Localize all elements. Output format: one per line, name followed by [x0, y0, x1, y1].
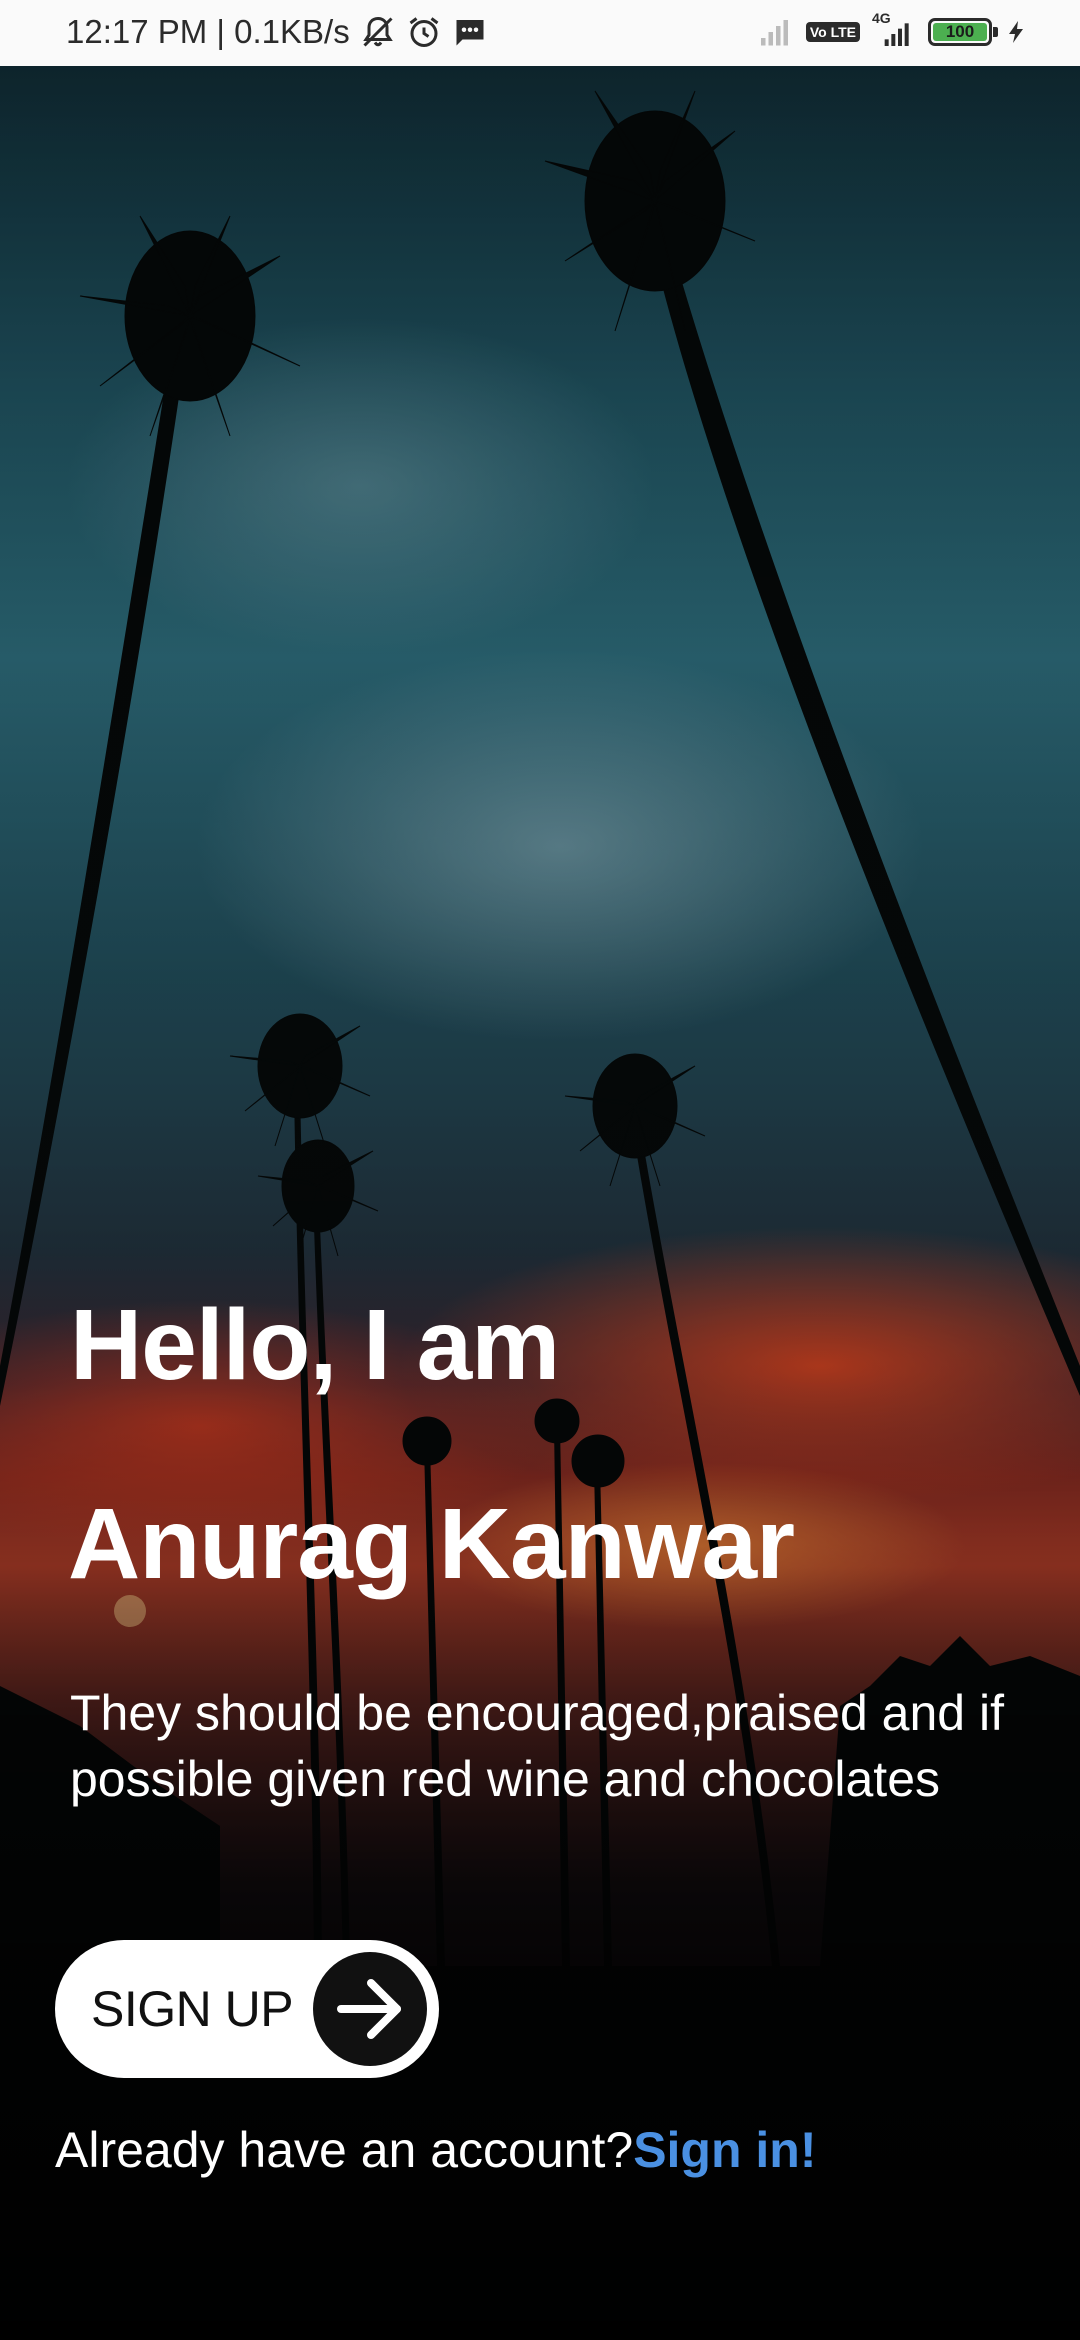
app-screen: 12:17 PM | 0.1KB/s Vo LTE 4G 100 Hello, …: [0, 0, 1080, 2340]
greeting-heading: Hello, I am: [70, 1289, 560, 1401]
signal-sim1-icon: [760, 20, 788, 46]
signal-sim2: 4G: [872, 10, 916, 50]
battery-level: 100: [933, 22, 987, 41]
message-icon: [456, 20, 484, 46]
signin-prompt-text: Already have an account?: [55, 2122, 634, 2178]
battery-cap: [993, 27, 998, 37]
silent-mode-icon: [362, 16, 393, 47]
volte-badge: Vo LTE: [805, 22, 860, 42]
status-time-speed: 12:17 PM | 0.1KB/s: [66, 13, 350, 50]
status-left: 12:17 PM | 0.1KB/s: [66, 12, 488, 52]
arrow-right-icon: [313, 1952, 427, 2066]
name-heading: Anurag Kanwar: [68, 1488, 795, 1600]
signin-link[interactable]: Sign in!: [633, 2122, 816, 2178]
signup-button-label: SIGN UP: [91, 1981, 294, 2037]
status-right: Vo LTE 4G 100: [758, 10, 1028, 52]
signin-prompt: Already have an account?Sign in!: [55, 2115, 817, 2185]
alarm-icon: [409, 17, 439, 47]
battery-icon: 100: [928, 18, 998, 46]
tagline-text: They should be encouraged,praised and if…: [70, 1685, 1004, 1807]
charging-icon: [1009, 21, 1023, 43]
status-bar: 12:17 PM | 0.1KB/s Vo LTE 4G 100: [0, 0, 1080, 66]
signal-sim2-icon: [884, 23, 909, 46]
signup-button[interactable]: SIGN UP: [55, 1940, 439, 2078]
